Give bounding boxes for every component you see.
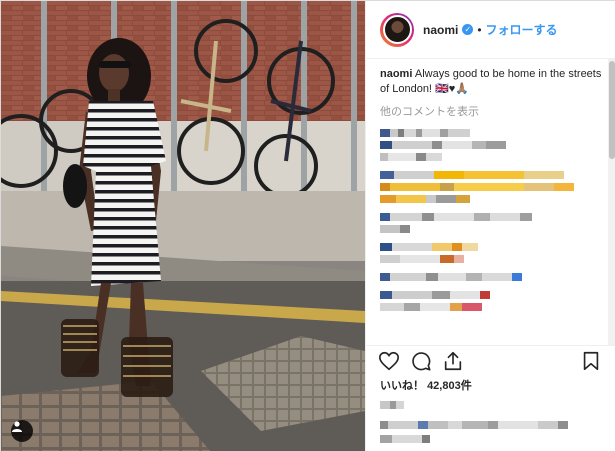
bookmark-icon[interactable]: [580, 350, 602, 372]
caption-username[interactable]: naomi: [380, 68, 412, 80]
instagram-post: naomi ✓ • フォローする naomi Always good to be…: [0, 0, 615, 451]
tagged-user-button[interactable]: [11, 420, 33, 442]
scrollbar-thumb[interactable]: [609, 61, 615, 159]
heart-icon[interactable]: [378, 350, 400, 372]
censored-comment: [380, 225, 608, 233]
likes-label: いいね！: [380, 380, 424, 392]
censored-comment: [380, 141, 608, 149]
caption-text: Always good to be home in the streets of…: [380, 68, 602, 95]
share-icon[interactable]: [442, 350, 464, 372]
censored-comment: [380, 273, 608, 281]
comments-section: naomi Always good to be home in the stre…: [380, 67, 608, 345]
censored-comment: [380, 183, 608, 191]
censored-comment-box: [380, 435, 605, 443]
censored-timestamp: [380, 401, 605, 409]
header-separator: •: [477, 22, 482, 37]
caption: naomi Always good to be home in the stre…: [380, 67, 608, 97]
censored-comment: [380, 291, 608, 299]
action-bar: [366, 345, 615, 373]
likes-number: 42,803件: [427, 380, 472, 392]
censored-comment: [380, 213, 608, 221]
censored-comment: [380, 129, 608, 137]
censored-comment: [380, 171, 608, 179]
verified-badge-icon: ✓: [462, 24, 474, 35]
street-scene-image: [1, 1, 365, 451]
censored-footer: [380, 395, 605, 443]
post-photo[interactable]: [1, 1, 365, 451]
like-count[interactable]: いいね！ 42,803件: [380, 377, 472, 393]
comments-scrollbar[interactable]: [608, 59, 615, 345]
censored-comment: [380, 153, 608, 161]
censored-comment-box: [380, 421, 605, 429]
post-sidebar: naomi ✓ • フォローする naomi Always good to be…: [365, 1, 615, 451]
post-header: naomi ✓ • フォローする: [366, 1, 615, 59]
censored-comments: [380, 129, 608, 311]
avatar: [382, 15, 412, 44]
header-username[interactable]: naomi: [423, 23, 458, 37]
comment-icon[interactable]: [410, 350, 432, 372]
censored-comment: [380, 195, 608, 203]
censored-comment: [380, 303, 608, 311]
censored-comment: [380, 243, 608, 251]
person-icon: [12, 421, 22, 432]
censored-comment: [380, 255, 608, 263]
view-more-comments-link[interactable]: 他のコメントを表示: [380, 103, 608, 119]
avatar-story-ring[interactable]: [380, 12, 414, 47]
follow-button[interactable]: フォローする: [486, 21, 558, 38]
